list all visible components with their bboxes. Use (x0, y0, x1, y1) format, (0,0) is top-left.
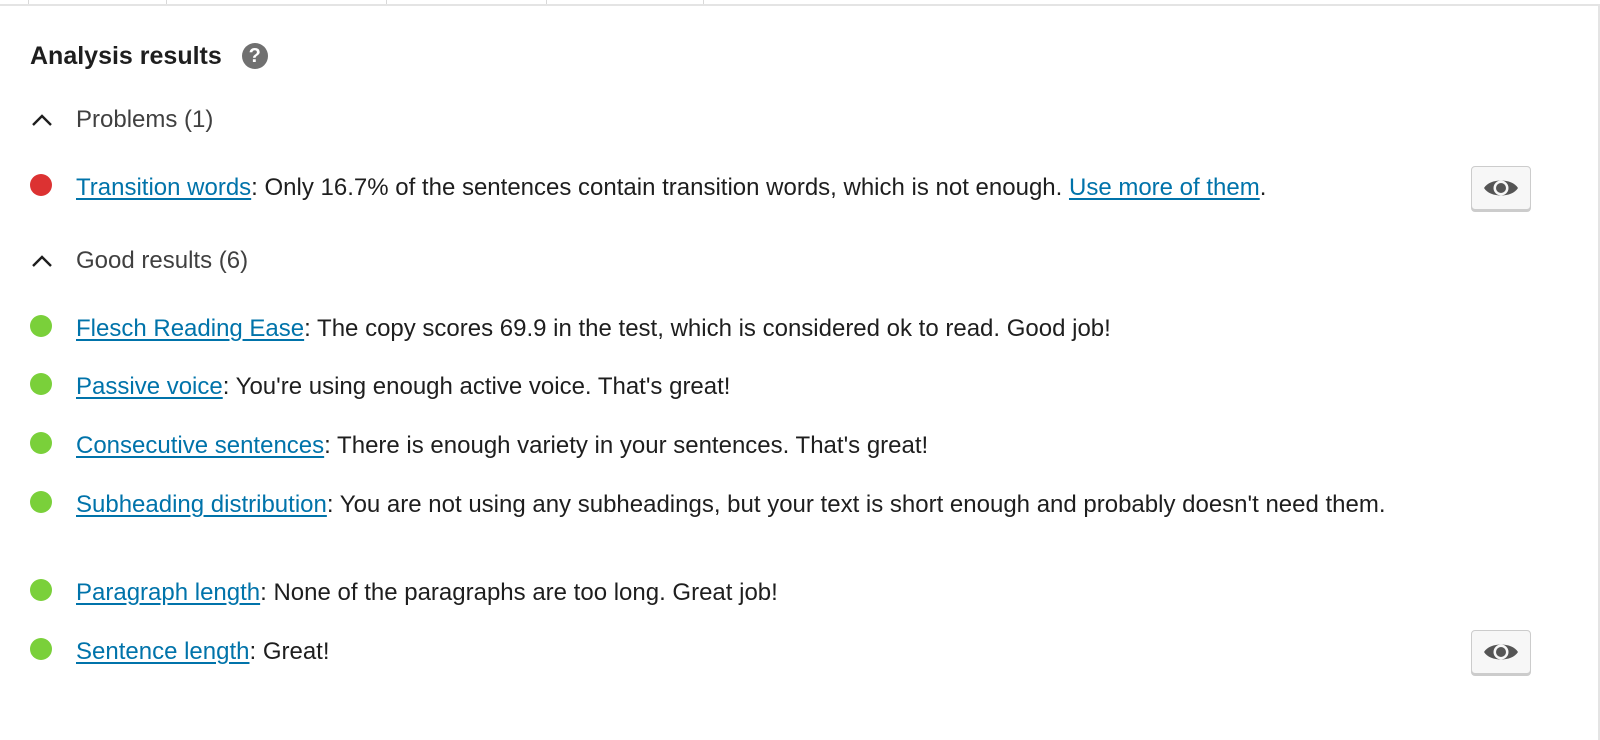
result-text: Consecutive sentences: There is enough v… (76, 432, 929, 459)
status-bullet-good (30, 373, 52, 395)
tab[interactable] (166, 0, 387, 4)
result-text: Passive voice: You're using enough activ… (76, 373, 731, 400)
eye-icon (1484, 644, 1518, 660)
status-bullet-good (30, 432, 52, 454)
eye-icon (1484, 180, 1518, 196)
result-text: Paragraph length: None of the paragraphs… (76, 579, 778, 606)
panel-title: Analysis results (30, 41, 222, 70)
result-link[interactable]: Sentence length (76, 638, 249, 665)
tab[interactable] (0, 0, 29, 4)
good-results-label: Good results (6) (76, 247, 249, 274)
status-bullet-good (30, 315, 52, 337)
chevron-up-icon (30, 108, 54, 132)
use-more-link[interactable]: Use more of them (1069, 174, 1260, 201)
highlight-eye-button[interactable] (1471, 166, 1531, 210)
chevron-up-icon (30, 249, 54, 273)
result-text: Subheading distribution: You are not usi… (76, 491, 1386, 518)
result-link[interactable]: Flesch Reading Ease (76, 315, 304, 342)
tab[interactable] (28, 0, 167, 4)
problems-label: Problems (1) (76, 106, 214, 133)
result-link[interactable]: Consecutive sentences (76, 432, 324, 459)
highlight-eye-button[interactable] (1471, 630, 1531, 674)
tab[interactable] (386, 0, 547, 4)
problems-toggle[interactable]: Problems (1) (30, 100, 213, 140)
status-bullet-good (30, 491, 52, 513)
status-bullet-good (30, 579, 52, 601)
analysis-header: Analysis results ? (30, 38, 268, 74)
status-bullet-good (30, 638, 52, 660)
result-text: Transition words: Only 16.7% of the sent… (76, 174, 1267, 201)
status-bullet-bad (30, 174, 52, 196)
result-text: Flesch Reading Ease: The copy scores 69.… (76, 315, 1111, 342)
tab-strip (0, 0, 1600, 6)
good-results-toggle[interactable]: Good results (6) (30, 241, 248, 281)
result-link[interactable]: Transition words (76, 174, 251, 201)
tab[interactable] (546, 0, 704, 4)
result-link[interactable]: Paragraph length (76, 579, 260, 606)
question-circle-icon[interactable]: ? (241, 43, 268, 69)
result-link[interactable]: Subheading distribution (76, 491, 327, 518)
result-link[interactable]: Passive voice (76, 373, 223, 400)
result-text: Sentence length: Great! (76, 638, 330, 665)
